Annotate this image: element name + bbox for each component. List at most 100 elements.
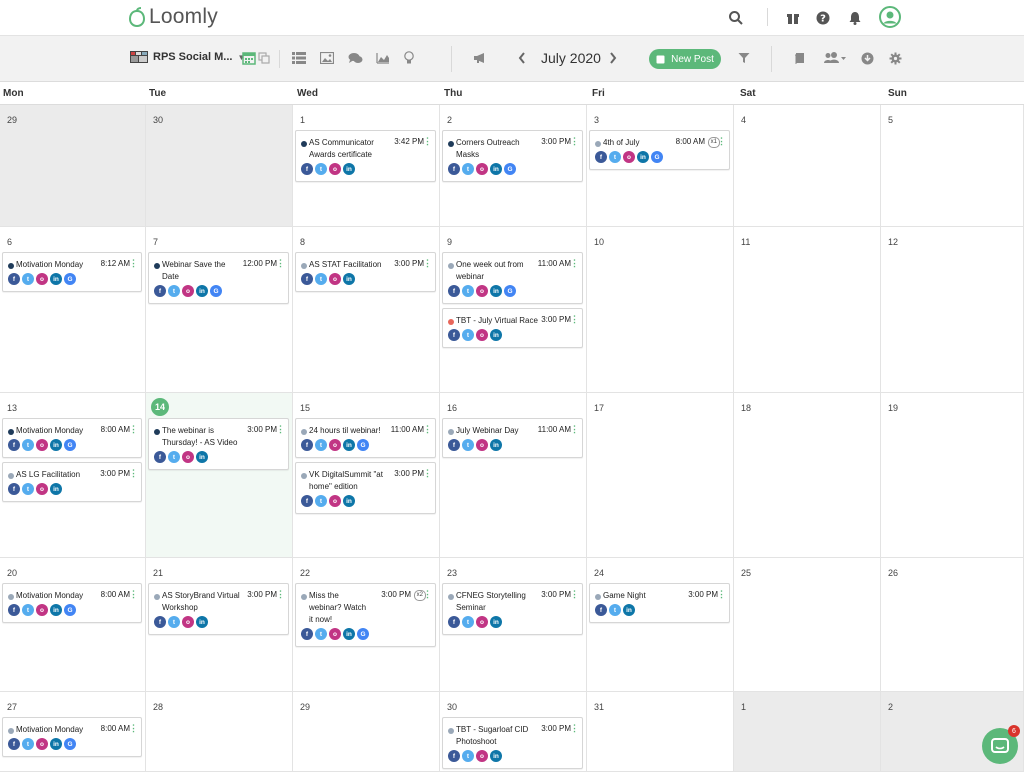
post-card[interactable]: TBT - Sugarloaf CID Photoshoot 3:00 PM ⋮ f t o…	[442, 717, 583, 769]
post-menu-icon[interactable]: ⋮	[423, 136, 432, 147]
post-card[interactable]: Miss the webinar? Watch it now! 3:00 PM x2 ⋮ f…	[295, 583, 436, 647]
post-menu-icon[interactable]: ⋮	[570, 589, 579, 600]
day-cell[interactable]: 12	[881, 227, 1024, 393]
day-cell[interactable]: 30 TBT - Sugarloaf CID Photoshoot 3:00 PM ⋮ f…	[440, 692, 587, 772]
post-menu-icon[interactable]: ⋮	[570, 258, 579, 269]
post-card[interactable]: Motivation Monday 8:00 AM ⋮ f t o in G	[2, 717, 142, 757]
post-menu-icon[interactable]: ⋮	[570, 424, 579, 435]
post-menu-icon[interactable]: ⋮	[276, 258, 285, 269]
megaphone-icon[interactable]	[471, 49, 489, 67]
post-menu-icon[interactable]: ⋮	[423, 424, 432, 435]
account-selector[interactable]: RPS Social M... ▼	[130, 51, 245, 63]
day-cell[interactable]: 5	[881, 105, 1024, 227]
day-cell[interactable]: 21 AS StoryBrand Virtual Workshop 3:00 PM ⋮ f…	[146, 558, 293, 692]
lightbulb-icon[interactable]	[400, 49, 418, 67]
post-card[interactable]: Motivation Monday 8:00 AM ⋮ f t o in G	[2, 418, 142, 458]
day-cell[interactable]: 10	[587, 227, 734, 393]
post-menu-icon[interactable]: ⋮	[276, 589, 285, 600]
day-cell[interactable]: 24 Game Night 3:00 PM ⋮ f t in	[587, 558, 734, 692]
post-menu-icon[interactable]: ⋮	[570, 136, 579, 147]
day-cell[interactable]: 14 The webinar is Thursday! - AS Video 3:00…	[146, 393, 293, 558]
post-menu-icon[interactable]: ⋮	[717, 136, 726, 147]
post-menu-icon[interactable]: ⋮	[423, 468, 432, 479]
gear-icon[interactable]	[886, 49, 904, 67]
post-menu-icon[interactable]: ⋮	[570, 314, 579, 325]
download-icon[interactable]	[858, 49, 876, 67]
day-cell[interactable]: 29	[0, 105, 146, 227]
post-title-line: webinar? Watch	[309, 603, 367, 612]
post-card[interactable]: Game Night 3:00 PM ⋮ f t in	[589, 583, 730, 623]
day-cell[interactable]: 8 AS STAT Facilitation 3:00 PM ⋮ f t o in	[293, 227, 440, 393]
post-menu-icon[interactable]: ⋮	[276, 424, 285, 435]
day-cell[interactable]: 23 CFNEG Storytelling Seminar 3:00 PM ⋮ f t o in	[440, 558, 587, 692]
day-cell[interactable]: 28	[146, 692, 293, 772]
post-card[interactable]: TBT - July Virtual Race 3:00 PM ⋮ f t o in	[442, 308, 583, 348]
gift-icon[interactable]	[783, 8, 803, 28]
day-cell[interactable]: 18	[734, 393, 881, 558]
filter-icon[interactable]	[735, 49, 753, 67]
day-cell[interactable]: 7 Webinar Save the Date 12:00 PM ⋮ f t o in G	[146, 227, 293, 393]
post-menu-icon[interactable]: ⋮	[129, 723, 138, 734]
next-month-icon[interactable]	[604, 49, 622, 67]
day-cell[interactable]: 29	[293, 692, 440, 772]
post-card[interactable]: 24 hours til webinar! 11:00 AM ⋮ f t o in G	[295, 418, 436, 458]
day-cell[interactable]: 11	[734, 227, 881, 393]
post-card[interactable]: VK DigitalSummit "at home" edition 3:00 PM…	[295, 462, 436, 514]
help-icon[interactable]: ?	[813, 8, 833, 28]
post-card[interactable]: Motivation Monday 8:12 AM ⋮ f t o in G	[2, 252, 142, 292]
post-card[interactable]: AS LG Facilitation 3:00 PM ⋮ f t o in	[2, 462, 142, 502]
loomly-logo[interactable]: Loomly	[128, 5, 218, 29]
library-icon[interactable]	[791, 49, 809, 67]
post-card[interactable]: AS Communicator Awards certificate 3:42 PM…	[295, 130, 436, 182]
post-menu-icon[interactable]: ⋮	[423, 258, 432, 269]
day-cell[interactable]: 22 Miss the webinar? Watch it now! 3:00 PM x2…	[293, 558, 440, 692]
post-card[interactable]: The webinar is Thursday! - AS Video 3:00 P…	[148, 418, 289, 470]
post-menu-icon[interactable]: ⋮	[423, 589, 432, 600]
copy-icon[interactable]	[255, 49, 273, 67]
day-cell[interactable]: 3 4th of July 8:00 AM x1 ⋮ f t o in G	[587, 105, 734, 227]
day-cell[interactable]: 30	[146, 105, 293, 227]
list-view-icon[interactable]	[290, 49, 308, 67]
post-card[interactable]: July Webinar Day 11:00 AM ⋮ f t o in	[442, 418, 583, 458]
day-cell[interactable]: 27 Motivation Monday 8:00 AM ⋮ f t o in G	[0, 692, 146, 772]
search-icon[interactable]	[726, 8, 746, 28]
post-menu-icon[interactable]: ⋮	[129, 468, 138, 479]
post-card[interactable]: CFNEG Storytelling Seminar 3:00 PM ⋮ f t o in	[442, 583, 583, 635]
day-cell[interactable]: 6 Motivation Monday 8:12 AM ⋮ f t o in G	[0, 227, 146, 393]
day-cell[interactable]: 9 One week out from webinar 11:00 AM ⋮ f t o in G…	[440, 227, 587, 393]
day-cell[interactable]: 25	[734, 558, 881, 692]
day-cell[interactable]: 1 AS Communicator Awards certificate 3:42 P…	[293, 105, 440, 227]
post-card[interactable]: Corners Outreach Masks 3:00 PM ⋮ f t o in G	[442, 130, 583, 182]
day-cell[interactable]: 4	[734, 105, 881, 227]
post-menu-icon[interactable]: ⋮	[129, 258, 138, 269]
post-card[interactable]: AS STAT Facilitation 3:00 PM ⋮ f t o in	[295, 252, 436, 292]
comments-icon[interactable]	[346, 49, 364, 67]
team-icon[interactable]	[822, 49, 848, 67]
image-icon[interactable]	[318, 49, 336, 67]
post-card[interactable]: Webinar Save the Date 12:00 PM ⋮ f t o in G	[148, 252, 289, 304]
post-menu-icon[interactable]: ⋮	[717, 589, 726, 600]
avatar[interactable]	[879, 6, 901, 28]
day-cell[interactable]: 15 24 hours til webinar! 11:00 AM ⋮ f t o in G VK…	[293, 393, 440, 558]
post-channels: f t in	[595, 604, 635, 616]
post-card[interactable]: Motivation Monday 8:00 AM ⋮ f t o in G	[2, 583, 142, 623]
day-cell[interactable]: 2 Corners Outreach Masks 3:00 PM ⋮ f t o in G	[440, 105, 587, 227]
day-cell[interactable]: 20 Motivation Monday 8:00 AM ⋮ f t o in G	[0, 558, 146, 692]
day-cell[interactable]: 26	[881, 558, 1024, 692]
day-cell[interactable]: 17	[587, 393, 734, 558]
previous-month-icon[interactable]	[513, 49, 531, 67]
post-card[interactable]: 4th of July 8:00 AM x1 ⋮ f t o in G	[589, 130, 730, 170]
day-cell[interactable]: 31	[587, 692, 734, 772]
post-menu-icon[interactable]: ⋮	[129, 589, 138, 600]
bell-icon[interactable]	[845, 8, 865, 28]
analytics-icon[interactable]	[374, 49, 392, 67]
post-menu-icon[interactable]: ⋮	[129, 424, 138, 435]
new-post-button[interactable]: New Post	[649, 49, 721, 69]
day-cell[interactable]: 13 Motivation Monday 8:00 AM ⋮ f t o in G AS LG F…	[0, 393, 146, 558]
day-cell[interactable]: 1	[734, 692, 881, 772]
post-card[interactable]: AS StoryBrand Virtual Workshop 3:00 PM ⋮ f t o…	[148, 583, 289, 635]
post-card[interactable]: One week out from webinar 11:00 AM ⋮ f t o in G	[442, 252, 583, 304]
day-cell[interactable]: 16 July Webinar Day 11:00 AM ⋮ f t o in	[440, 393, 587, 558]
day-cell[interactable]: 19	[881, 393, 1024, 558]
post-menu-icon[interactable]: ⋮	[570, 723, 579, 734]
